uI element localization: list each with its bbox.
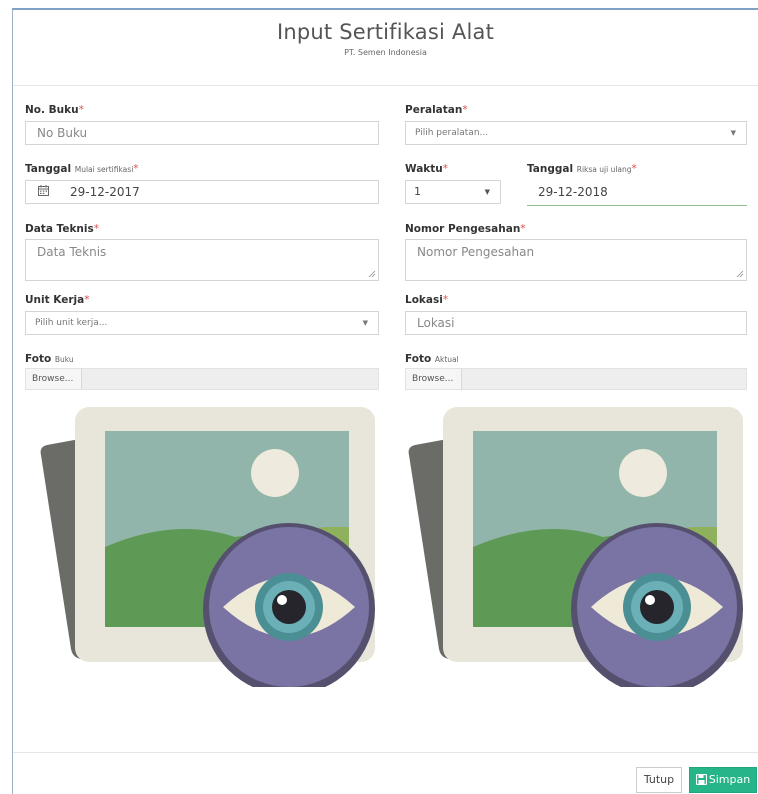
lokasi-label-text: Lokasi — [405, 294, 443, 306]
foto-aktual-preview-image — [403, 397, 748, 695]
peralatan-label-text: Peralatan — [405, 104, 463, 116]
waktu-select[interactable]: 1 ▼ — [405, 180, 501, 204]
form-area: No. Buku* No Buku Peralatan* Pilih peral… — [13, 87, 758, 747]
waktu-label: Waktu* — [405, 163, 448, 175]
data-teknis-placeholder: Data Teknis — [37, 245, 107, 259]
resize-handle-icon[interactable] — [736, 270, 744, 278]
foto-buku-file-input[interactable]: Browse... — [25, 368, 379, 390]
no-buku-label: No. Buku* — [25, 104, 84, 116]
required-mark: * — [442, 163, 449, 175]
tanggal-riksa-label: Tanggal Riksa uji ulang* — [527, 163, 637, 175]
foto-aktual-label: Foto Aktual — [405, 353, 459, 365]
tanggal-mulai-label-text: Tanggal — [25, 163, 72, 175]
resize-handle-icon[interactable] — [368, 270, 376, 278]
foto-aktual-hint: Aktual — [434, 355, 459, 364]
page-title: Input Sertifikasi Alat — [276, 20, 495, 44]
modal-footer: Tutup Simpan — [13, 752, 758, 794]
tanggal-mulai-label: Tanggal Mulai sertifikasi* — [25, 163, 139, 175]
tanggal-mulai-value: 29-12-2017 — [70, 185, 140, 199]
image-preview-eye-icon — [408, 407, 743, 695]
waktu-value: 1 — [414, 185, 421, 198]
unit-kerja-label: Unit Kerja* — [25, 294, 89, 306]
calendar-icon[interactable] — [26, 181, 60, 203]
data-teknis-label: Data Teknis* — [25, 223, 99, 235]
simpan-label: Simpan — [708, 773, 751, 786]
foto-buku-hint: Buku — [54, 355, 74, 364]
tanggal-mulai-hint: Mulai sertifikasi — [74, 165, 134, 174]
lokasi-label: Lokasi* — [405, 294, 448, 306]
no-buku-input[interactable]: No Buku — [25, 121, 379, 145]
peralatan-select[interactable]: Pilih peralatan... ▼ — [405, 121, 747, 145]
nomor-pengesahan-textarea[interactable]: Nomor Pengesahan — [405, 239, 747, 281]
lokasi-placeholder: Lokasi — [417, 316, 455, 330]
tutup-button[interactable]: Tutup — [636, 767, 682, 793]
foto-buku-browse-button[interactable]: Browse... — [26, 369, 82, 389]
floppy-disk-icon — [695, 773, 707, 786]
waktu-label-text: Waktu — [405, 163, 443, 175]
page-subtitle: PT. Semen Indonesia — [344, 48, 427, 57]
required-mark: * — [133, 163, 139, 175]
required-mark: * — [520, 223, 526, 235]
unit-kerja-placeholder: Pilih unit kerja... — [35, 318, 108, 328]
image-preview-eye-icon — [40, 407, 375, 695]
peralatan-placeholder: Pilih peralatan... — [415, 128, 489, 138]
caret-down-icon: ▼ — [730, 129, 736, 137]
tanggal-riksa-label-text: Tanggal — [527, 163, 574, 175]
caret-down-icon: ▼ — [362, 319, 368, 327]
foto-aktual-label-text: Foto — [405, 353, 432, 365]
required-mark: * — [78, 104, 84, 116]
nomor-pengesahan-label-text: Nomor Pengesahan — [405, 223, 521, 235]
foto-aktual-browse-button[interactable]: Browse... — [406, 369, 462, 389]
required-mark: * — [93, 223, 100, 235]
required-mark: * — [442, 294, 449, 306]
nomor-pengesahan-label: Nomor Pengesahan* — [405, 223, 526, 235]
no-buku-placeholder: No Buku — [37, 126, 88, 140]
modal-dialog: Input Sertifikasi Alat PT. Semen Indones… — [12, 8, 758, 794]
caret-down-icon: ▼ — [484, 188, 490, 196]
foto-buku-preview-image — [35, 397, 380, 695]
unit-kerja-label-text: Unit Kerja — [25, 294, 85, 306]
tanggal-riksa-hint: Riksa uji ulang — [576, 165, 632, 174]
simpan-button[interactable]: Simpan — [689, 767, 757, 793]
no-buku-label-text: No. Buku — [25, 104, 79, 116]
foto-buku-label-text: Foto — [25, 353, 52, 365]
foto-buku-label: Foto Buku — [25, 353, 74, 365]
required-mark: * — [84, 294, 90, 306]
lokasi-input[interactable]: Lokasi — [405, 311, 747, 335]
required-mark: * — [462, 104, 468, 116]
peralatan-label: Peralatan* — [405, 104, 468, 116]
modal-header: Input Sertifikasi Alat PT. Semen Indones… — [13, 10, 758, 86]
required-mark: * — [631, 163, 637, 175]
tanggal-riksa-value: 29-12-2018 — [538, 185, 608, 199]
foto-aktual-file-input[interactable]: Browse... — [405, 368, 747, 390]
tanggal-riksa-input[interactable]: 29-12-2018 — [527, 178, 747, 206]
tanggal-mulai-input[interactable]: 29-12-2017 — [25, 180, 379, 204]
unit-kerja-select[interactable]: Pilih unit kerja... ▼ — [25, 311, 379, 335]
data-teknis-label-text: Data Teknis — [25, 223, 94, 235]
data-teknis-textarea[interactable]: Data Teknis — [25, 239, 379, 281]
nomor-pengesahan-placeholder: Nomor Pengesahan — [417, 245, 535, 259]
